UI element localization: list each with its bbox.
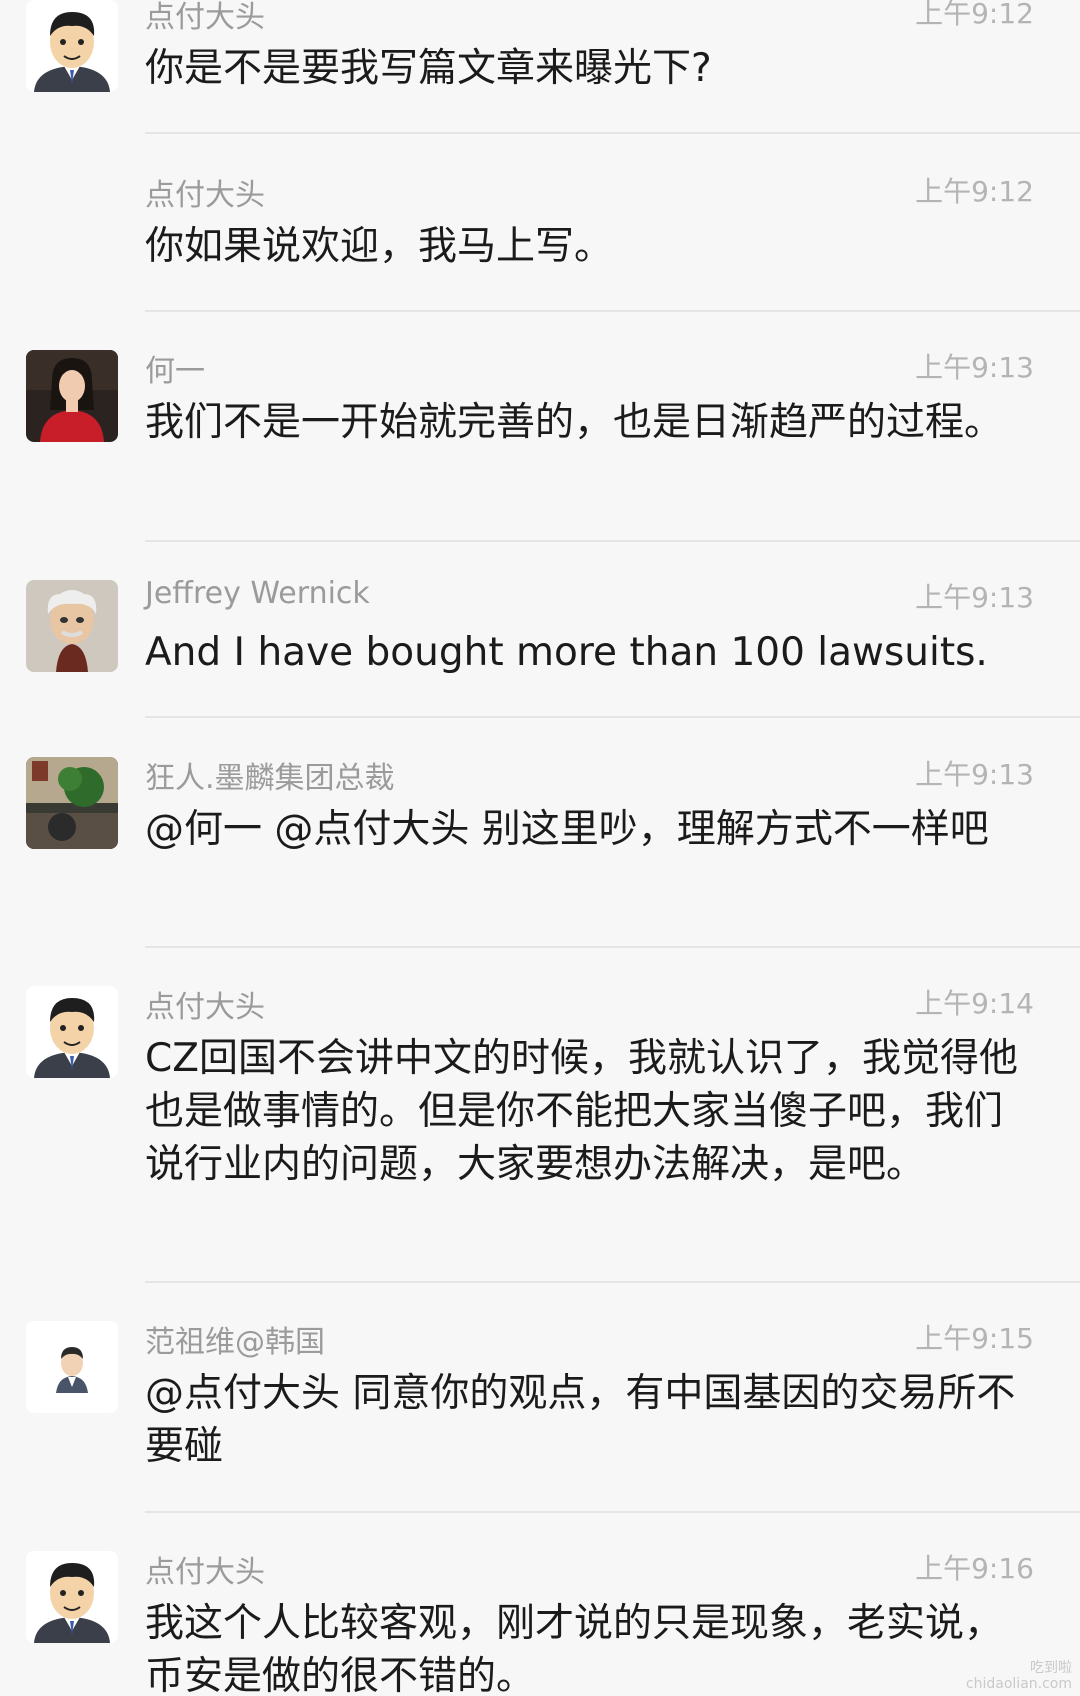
divider (145, 1511, 1080, 1513)
sender-name: 范祖维@韩国 (145, 1325, 325, 1360)
message-text[interactable]: And I have bought more than 100 lawsuits… (145, 626, 1025, 679)
watermark-line1: 吃到啦 (1030, 1660, 1072, 1676)
small-man-avatar[interactable] (26, 1321, 118, 1413)
message-text[interactable]: 我们不是一开始就完善的，也是日渐趋严的过程。 (145, 396, 1025, 449)
message-text[interactable]: 我这个人比较客观，刚才说的只是现象，老实说，币安是做的很不错的。 (145, 1597, 1025, 1696)
cartoon-man-avatar[interactable] (26, 1551, 118, 1643)
office-plant-avatar[interactable] (26, 757, 118, 849)
message-text[interactable]: 你如果说欢迎，我马上写。 (145, 220, 1025, 273)
sender-name: 点付大头 (145, 0, 265, 35)
message-text[interactable]: CZ回国不会讲中文的时候，我就认识了，我觉得他也是做事情的。但是你不能把大家当傻… (145, 1032, 1025, 1191)
divider (145, 132, 1080, 134)
message-time: 上午9:12 (915, 175, 1034, 208)
sender-name: 狂人.墨麟集团总裁 (145, 761, 395, 796)
sender-name: 何一 (145, 354, 205, 389)
message-time: 上午9:13 (915, 758, 1034, 791)
woman-red-dress-avatar[interactable] (26, 350, 118, 442)
divider (145, 310, 1080, 312)
cartoon-man-avatar[interactable] (26, 0, 118, 92)
message-text[interactable]: @点付大头 同意你的观点，有中国基因的交易所不要碰 (145, 1367, 1025, 1473)
message-text[interactable]: 你是不是要我写篇文章来曝光下? (145, 42, 1025, 95)
divider (145, 540, 1080, 542)
sender-name: 点付大头 (145, 178, 265, 213)
divider (145, 1281, 1080, 1283)
watermark-line2: chidaolian.com (965, 1676, 1072, 1692)
sender-name: Jeffrey Wernick (145, 576, 370, 611)
divider (145, 716, 1080, 718)
sender-name: 点付大头 (145, 990, 265, 1025)
message-time: 上午9:15 (915, 1322, 1034, 1355)
message-time: 上午9:13 (915, 581, 1034, 614)
site-watermark: 吃到啦 chidaolian.com (966, 1660, 1072, 1692)
message-time: 上午9:12 (915, 0, 1034, 30)
message-text[interactable]: @何一 @点付大头 别这里吵，理解方式不一样吧 (145, 803, 1025, 856)
chat-message-list[interactable]: 点付大头 上午9:12 你是不是要我写篇文章来曝光下? 点付大头 上午9:12 … (0, 0, 1080, 1696)
divider (145, 946, 1080, 948)
message-time: 上午9:14 (915, 987, 1034, 1020)
message-time: 上午9:16 (915, 1552, 1034, 1585)
cartoon-man-avatar[interactable] (26, 986, 118, 1078)
bobblehead-avatar[interactable] (26, 580, 118, 672)
sender-name: 点付大头 (145, 1555, 265, 1590)
message-time: 上午9:13 (915, 351, 1034, 384)
